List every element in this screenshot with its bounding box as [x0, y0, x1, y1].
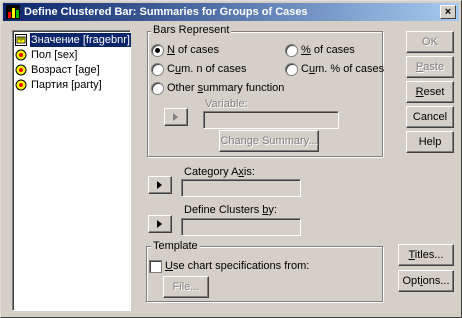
- help-label: Help: [418, 136, 442, 148]
- titles-button[interactable]: Titles...: [398, 244, 454, 266]
- close-icon: ×: [444, 6, 452, 18]
- variable-label: Значение [fragebnr]: [30, 33, 131, 47]
- cum-pct-of-cases-label[interactable]: Cum. % of cases: [301, 63, 384, 76]
- use-chart-spec-label[interactable]: Use chart specifications from:: [165, 260, 309, 273]
- ruler-icon: [15, 34, 27, 46]
- define-clusters-arrow-button[interactable]: [148, 215, 172, 233]
- pct-of-cases-label[interactable]: % of cases: [301, 44, 355, 57]
- dialog-window: Define Clustered Bar: Summaries for Grou…: [0, 0, 462, 318]
- n-of-cases-radio[interactable]: [151, 44, 164, 57]
- file-button[interactable]: File...: [163, 276, 209, 298]
- summary-variable-field[interactable]: [203, 111, 339, 129]
- variable-icon: [15, 79, 27, 91]
- ok-label: OK: [422, 36, 438, 48]
- paste-label: Paste: [415, 61, 445, 73]
- titles-label: Titles...: [408, 249, 444, 261]
- define-clusters-field[interactable]: [181, 218, 301, 236]
- change-summary-label: Change Summary...: [220, 135, 318, 147]
- close-button[interactable]: ×: [440, 5, 456, 19]
- reset-button[interactable]: Reset: [406, 81, 454, 103]
- define-clusters-label: Define Clusters by:: [184, 204, 277, 216]
- reset-label: Reset: [415, 86, 445, 98]
- options-button[interactable]: Options...: [398, 270, 454, 292]
- summary-variable-label: Variable:: [205, 98, 248, 110]
- other-summary-radio[interactable]: [151, 82, 164, 95]
- variable-icon: [15, 49, 27, 61]
- arrow-right-icon: [157, 220, 162, 228]
- cancel-button[interactable]: Cancel: [406, 106, 454, 128]
- category-axis-arrow-button[interactable]: [148, 176, 172, 194]
- cum-n-of-cases-label[interactable]: Cum. n of cases: [167, 63, 247, 76]
- cum-pct-of-cases-radio[interactable]: [285, 63, 298, 76]
- spss-app-icon: [6, 5, 20, 19]
- options-label: Options...: [402, 275, 450, 287]
- variable-label: Партия [party]: [31, 79, 102, 91]
- file-button-label: File...: [172, 281, 200, 293]
- title-bar[interactable]: Define Clustered Bar: Summaries for Grou…: [3, 3, 459, 21]
- other-summary-label[interactable]: Other summary function: [167, 82, 284, 95]
- use-chart-spec-checkbox[interactable]: [149, 260, 162, 273]
- template-legend: Template: [151, 240, 200, 252]
- summary-variable-arrow-button[interactable]: [164, 108, 188, 126]
- variable-label: Возраст [age]: [31, 64, 100, 76]
- bars-represent-legend: Bars Represent: [151, 24, 232, 36]
- ok-button[interactable]: OK: [406, 31, 454, 53]
- cum-n-of-cases-radio[interactable]: [151, 63, 164, 76]
- arrow-right-icon: [173, 113, 178, 121]
- n-of-cases-label[interactable]: N of cases: [167, 44, 219, 57]
- category-axis-label: Category Axis:: [184, 166, 255, 178]
- pct-of-cases-radio[interactable]: [285, 44, 298, 57]
- arrow-right-icon: [157, 181, 162, 189]
- source-variable-list[interactable]: Значение [fragebnr] Пол [sex] Возраст [a…: [12, 30, 131, 311]
- radio-selected-dot: [155, 48, 160, 53]
- variable-icon: [15, 64, 27, 76]
- cancel-label: Cancel: [412, 111, 448, 123]
- paste-button[interactable]: Paste: [406, 56, 454, 78]
- variable-label: Пол [sex]: [31, 49, 78, 61]
- help-button[interactable]: Help: [406, 131, 454, 153]
- change-summary-button[interactable]: Change Summary...: [219, 130, 319, 152]
- category-axis-field[interactable]: [181, 179, 301, 197]
- window-title: Define Clustered Bar: Summaries for Grou…: [24, 6, 308, 18]
